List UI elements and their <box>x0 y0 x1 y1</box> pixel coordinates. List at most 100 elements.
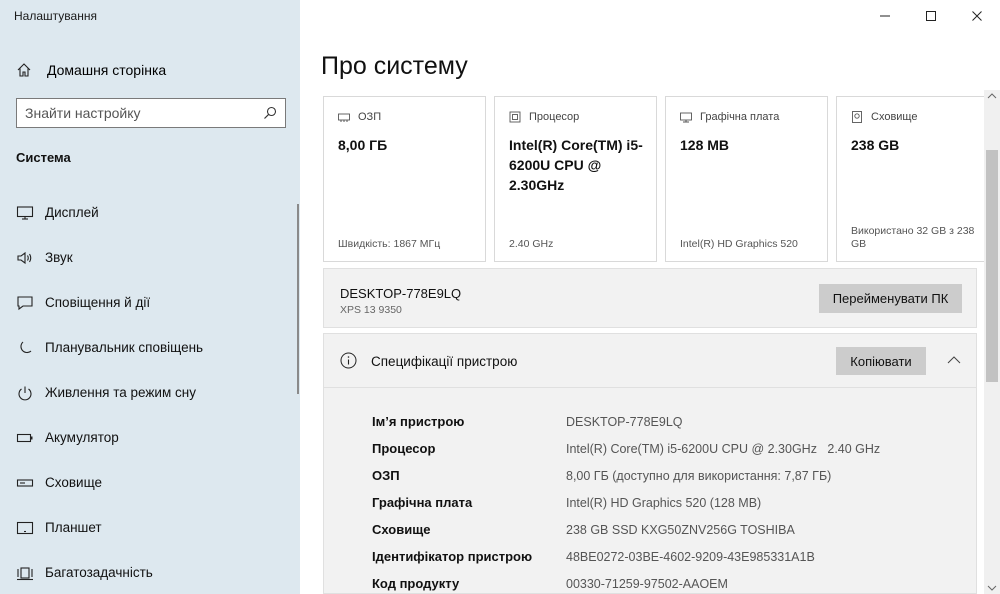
maximize-button[interactable] <box>908 0 954 32</box>
ram-card: ОЗП 8,00 ГБ Швидкість: 1867 МГц <box>323 96 486 262</box>
device-panel: DESKTOP-778E9LQ XPS 13 9350 Перейменуват… <box>323 268 977 328</box>
home-label: Домашня сторінка <box>47 62 167 78</box>
chevron-up-icon[interactable] <box>946 352 962 368</box>
sidebar-item-notifications[interactable]: Сповіщення й дії <box>0 280 300 325</box>
cpu-icon <box>509 111 521 123</box>
tablet-icon <box>16 519 34 537</box>
card-value: 8,00 ГБ <box>338 137 388 153</box>
card-subtext: Швидкість: 1867 МГц <box>338 238 441 250</box>
speaker-icon <box>16 249 34 267</box>
sidebar-item-label: Акумулятор <box>45 430 119 445</box>
card-header: Графічна плата <box>700 111 780 123</box>
card-subtext: Використано 32 GB з 238 GB <box>851 225 975 250</box>
spec-key: Графічна плата <box>372 495 473 510</box>
sidebar-item-focus-assist[interactable]: Планувальник сповіщень <box>0 325 300 370</box>
sidebar-item-storage[interactable]: Сховище <box>0 460 300 505</box>
hardware-cards: ОЗП 8,00 ГБ Швидкість: 1867 МГц Процесор… <box>323 96 1000 262</box>
info-icon <box>340 352 357 369</box>
search-icon[interactable] <box>263 106 277 120</box>
sidebar-item-sound[interactable]: Звук <box>0 235 300 280</box>
sidebar-item-label: Живлення та режим сну <box>45 385 196 400</box>
sidebar-item-power[interactable]: Живлення та режим сну <box>0 370 300 415</box>
card-subtext: Intel(R) HD Graphics 520 <box>680 238 798 250</box>
gpu-card: Графічна плата 128 MB Intel(R) HD Graphi… <box>665 96 828 262</box>
spec-key: ОЗП <box>372 468 400 483</box>
spec-row: Код продукту 00330-71259-97502-AAOEM <box>372 570 880 594</box>
rename-pc-button[interactable]: Перейменувати ПК <box>819 284 962 313</box>
sidebar-item-label: Сповіщення й дії <box>45 295 151 310</box>
sidebar-nav: Дисплей Звук Сповіщення й дії Планувальн… <box>0 190 300 594</box>
spec-row: Графічна плата Intel(R) HD Graphics 520 … <box>372 489 880 516</box>
sidebar-item-multitasking[interactable]: Багатозадачність <box>0 550 300 594</box>
spec-value: 8,00 ГБ (доступно для використання: 7,87… <box>566 468 832 483</box>
page-title: Про систему <box>321 52 468 80</box>
main-content: Про систему ОЗП 8,00 ГБ Швидкість: 1867 … <box>300 0 1000 594</box>
card-header: Сховище <box>871 111 918 123</box>
device-name: DESKTOP-778E9LQ <box>340 286 462 301</box>
scroll-down-icon[interactable] <box>987 584 997 592</box>
close-button[interactable] <box>954 0 1000 32</box>
spec-row: Ім’я пристрою DESKTOP-778E9LQ <box>372 408 880 435</box>
sidebar-item-display[interactable]: Дисплей <box>0 190 300 235</box>
spec-key: Код продукту <box>372 576 460 591</box>
spec-value: DESKTOP-778E9LQ <box>566 414 683 429</box>
card-value: 238 GB <box>851 137 900 153</box>
multitasking-icon <box>16 564 34 582</box>
sidebar: Налаштування Домашня сторінка Система Ди… <box>0 0 300 594</box>
spec-value: 238 GB SSD KXG50ZNV256G TOSHIBA <box>566 522 795 537</box>
card-header: Процесор <box>529 111 580 123</box>
specs-header: Специфікації пристрою Копіювати <box>324 334 976 388</box>
specs-title: Специфікації пристрою <box>371 354 518 369</box>
sidebar-item-label: Сховище <box>45 475 103 490</box>
scrollbar-thumb[interactable] <box>986 150 998 382</box>
card-value: Intel(R) Core(TM) i5-6200U CPU @ 2.30GHz <box>509 137 643 193</box>
search-box[interactable] <box>16 98 286 128</box>
home-link[interactable]: Домашня сторінка <box>16 59 166 81</box>
spec-row: Сховище 238 GB SSD KXG50ZNV256G TOSHIBA <box>372 516 880 543</box>
storage-card-icon <box>851 111 863 123</box>
sidebar-item-label: Планшет <box>45 520 102 535</box>
minimize-button[interactable] <box>862 0 908 32</box>
sidebar-item-label: Звук <box>45 250 73 265</box>
scroll-up-icon[interactable] <box>987 92 997 100</box>
close-icon <box>972 11 982 21</box>
maximize-icon <box>926 11 936 21</box>
ram-icon <box>338 111 350 123</box>
device-model: XPS 13 9350 <box>340 304 402 316</box>
spec-value: 00330-71259-97502-AAOEM <box>566 576 728 591</box>
spec-key: Процесор <box>372 441 436 456</box>
notification-icon <box>16 294 34 312</box>
main-scrollbar[interactable] <box>984 90 1000 594</box>
spec-value: Intel(R) HD Graphics 520 (128 MB) <box>566 495 762 510</box>
moon-icon <box>16 339 34 357</box>
card-value: 128 MB <box>680 137 730 153</box>
specs-list: Ім’я пристрою DESKTOP-778E9LQ Процесор I… <box>372 408 880 594</box>
card-subtext: 2.40 GHz <box>509 238 554 250</box>
spec-key: Сховище <box>372 522 431 537</box>
gpu-icon <box>680 111 692 123</box>
monitor-icon <box>16 204 34 222</box>
spec-value: Intel(R) Core(TM) i5-6200U CPU @ 2.30GHz… <box>566 441 881 456</box>
storage-card: Сховище 238 GB Використано 32 GB з 238 G… <box>836 96 999 262</box>
storage-icon <box>16 474 34 492</box>
sidebar-scrollbar[interactable] <box>297 204 299 394</box>
sidebar-item-tablet[interactable]: Планшет <box>0 505 300 550</box>
spec-row: Ідентифікатор пристрою 48BE0272-03BE-460… <box>372 543 880 570</box>
spec-value: 48BE0272-03BE-4602-9209-43E985331A1B <box>566 549 815 564</box>
spec-row: Процесор Intel(R) Core(TM) i5-6200U CPU … <box>372 435 880 462</box>
sidebar-item-label: Планувальник сповіщень <box>45 340 204 355</box>
spec-row: ОЗП 8,00 ГБ (доступно для використання: … <box>372 462 880 489</box>
cpu-card: Процесор Intel(R) Core(TM) i5-6200U CPU … <box>494 96 657 262</box>
search-input[interactable] <box>25 105 263 121</box>
power-icon <box>16 384 34 402</box>
card-header: ОЗП <box>358 111 382 123</box>
app-title: Налаштування <box>14 9 97 23</box>
sidebar-item-label: Багатозадачність <box>45 565 153 580</box>
minimize-icon <box>880 15 890 17</box>
battery-icon <box>16 429 34 447</box>
copy-button[interactable]: Копіювати <box>836 347 926 375</box>
window-controls <box>862 0 1000 32</box>
spec-key: Ідентифікатор пристрою <box>372 549 533 564</box>
home-icon <box>16 62 32 78</box>
sidebar-item-battery[interactable]: Акумулятор <box>0 415 300 460</box>
